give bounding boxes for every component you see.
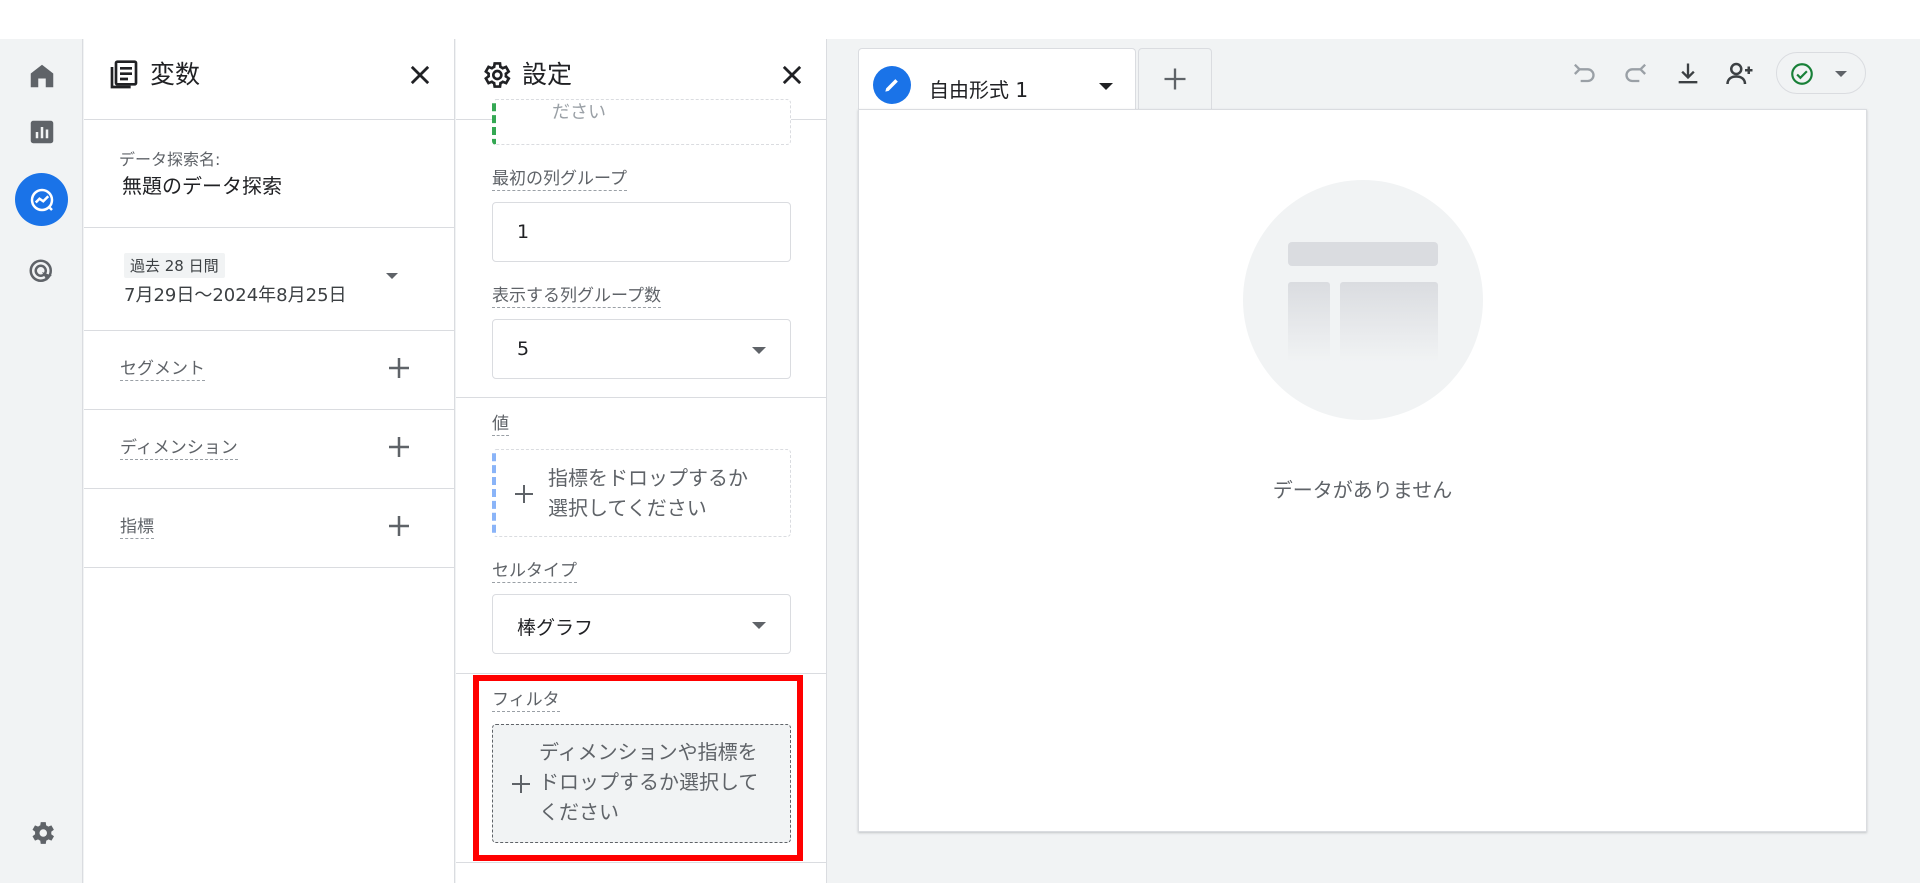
show-column-groups-value: 5 bbox=[517, 338, 530, 360]
exploration-canvas: データがありません bbox=[858, 109, 1867, 832]
advertising-icon bbox=[29, 259, 52, 282]
show-column-groups-label: 表示する列グループ数 bbox=[492, 286, 661, 308]
values-label: 値 bbox=[492, 414, 509, 436]
explore-app: 変数 データ探索名: 無題のデータ探索 過去 28 日間 7月29日～2024年… bbox=[0, 39, 1920, 883]
values-drop-line2: 選択してください bbox=[548, 496, 707, 520]
plus-icon bbox=[512, 775, 530, 793]
add-segment-plus-icon[interactable] bbox=[384, 353, 414, 383]
first-column-group-label: 最初の列グループ bbox=[492, 169, 627, 191]
plus-icon bbox=[1164, 68, 1186, 90]
exploration-name-label: データ探索名: bbox=[119, 150, 221, 169]
admin-nav-button[interactable] bbox=[15, 806, 68, 859]
cell-type-select[interactable]: 棒グラフ bbox=[492, 594, 791, 654]
dimensions-row: ディメンション bbox=[84, 410, 454, 489]
first-column-group-value: 1 bbox=[517, 221, 530, 243]
filter-label: フィルタ bbox=[492, 690, 560, 712]
date-range-text: 7月29日～2024年8月25日 bbox=[124, 285, 347, 306]
divider bbox=[456, 673, 826, 674]
metrics-row: 指標 bbox=[84, 489, 454, 568]
empty-state-illustration bbox=[1243, 180, 1483, 420]
segments-label: セグメント bbox=[120, 359, 205, 381]
top-strip bbox=[0, 0, 1920, 39]
pencil-icon bbox=[873, 66, 911, 104]
date-preset-chip: 過去 28 日間 bbox=[124, 253, 225, 278]
exploration-name[interactable]: データ探索名: 無題のデータ探索 bbox=[84, 120, 454, 228]
plus-icon bbox=[515, 485, 533, 503]
values-drop-zone[interactable]: 指標をドロップするか 選択してください bbox=[492, 449, 791, 537]
reports-icon bbox=[30, 120, 53, 143]
segments-row: セグメント bbox=[84, 331, 454, 410]
chevron-down-icon bbox=[752, 622, 766, 629]
undo-button[interactable] bbox=[1566, 57, 1600, 91]
settings-close-icon[interactable] bbox=[778, 61, 806, 89]
values-drop-line1: 指標をドロップするか bbox=[548, 466, 748, 490]
admin-gear-icon bbox=[32, 821, 54, 844]
settings-title: 設定 bbox=[522, 60, 573, 89]
undo-icon bbox=[1574, 63, 1595, 83]
status-dropdown[interactable] bbox=[1776, 52, 1866, 94]
explore-icon bbox=[30, 188, 53, 211]
first-column-group-input[interactable]: 1 bbox=[492, 202, 791, 262]
variables-title: 変数 bbox=[150, 60, 201, 89]
advertising-nav-button[interactable] bbox=[15, 245, 68, 298]
metrics-label: 指標 bbox=[120, 517, 154, 539]
redo-button[interactable] bbox=[1620, 57, 1654, 91]
tab-label: 自由形式 1 bbox=[929, 78, 1029, 102]
add-user-icon bbox=[1726, 62, 1753, 85]
variables-header: 変数 bbox=[84, 39, 454, 120]
variables-list-icon bbox=[110, 60, 138, 89]
download-icon bbox=[1678, 63, 1698, 84]
rows-drop-zone[interactable]: ださい bbox=[492, 99, 791, 145]
filter-drop-line3: ください bbox=[539, 800, 619, 824]
add-tab-button[interactable] bbox=[1138, 48, 1212, 110]
home-nav-button[interactable] bbox=[15, 49, 68, 102]
filter-drop-zone[interactable]: ディメンションや指標を ドロップするか選択して ください bbox=[492, 724, 791, 843]
divider bbox=[456, 397, 826, 398]
explore-nav-button[interactable] bbox=[15, 173, 68, 226]
chevron-down-icon bbox=[752, 347, 766, 354]
home-icon bbox=[30, 64, 53, 87]
add-metric-plus-icon[interactable] bbox=[384, 511, 414, 541]
rows-drop-zone-text: ださい bbox=[552, 102, 606, 123]
dimensions-label: ディメンション bbox=[120, 438, 238, 460]
share-button[interactable] bbox=[1723, 57, 1757, 91]
cell-type-value: 棒グラフ bbox=[517, 617, 594, 639]
cell-type-label: セルタイプ bbox=[492, 561, 577, 583]
chevron-down-icon bbox=[1835, 71, 1847, 77]
variables-close-icon[interactable] bbox=[406, 61, 434, 89]
left-nav-rail bbox=[0, 39, 83, 883]
empty-state-text: データがありません bbox=[1272, 478, 1453, 502]
filter-drop-line2: ドロップするか選択して bbox=[539, 770, 759, 794]
settings-panel: 設定 ださい 最初の列グループ 1 表示する列グループ数 5 値 指標をドロップ… bbox=[456, 39, 827, 883]
chevron-down-icon[interactable] bbox=[1099, 83, 1113, 90]
redo-icon bbox=[1625, 63, 1646, 83]
show-column-groups-select[interactable]: 5 bbox=[492, 319, 791, 379]
variables-panel: 変数 データ探索名: 無題のデータ探索 過去 28 日間 7月29日～2024年… bbox=[84, 39, 455, 883]
chevron-down-icon bbox=[386, 273, 398, 279]
check-circle-icon bbox=[1791, 63, 1813, 85]
divider bbox=[456, 862, 826, 863]
add-dimension-plus-icon[interactable] bbox=[384, 432, 414, 462]
date-range-selector[interactable]: 過去 28 日間 7月29日～2024年8月25日 bbox=[84, 229, 454, 331]
settings-gear-icon bbox=[484, 62, 511, 88]
reports-nav-button[interactable] bbox=[15, 105, 68, 158]
exploration-name-value[interactable]: 無題のデータ探索 bbox=[122, 170, 282, 199]
download-button[interactable] bbox=[1671, 57, 1705, 91]
filter-drop-line1: ディメンションや指標を bbox=[539, 740, 758, 764]
